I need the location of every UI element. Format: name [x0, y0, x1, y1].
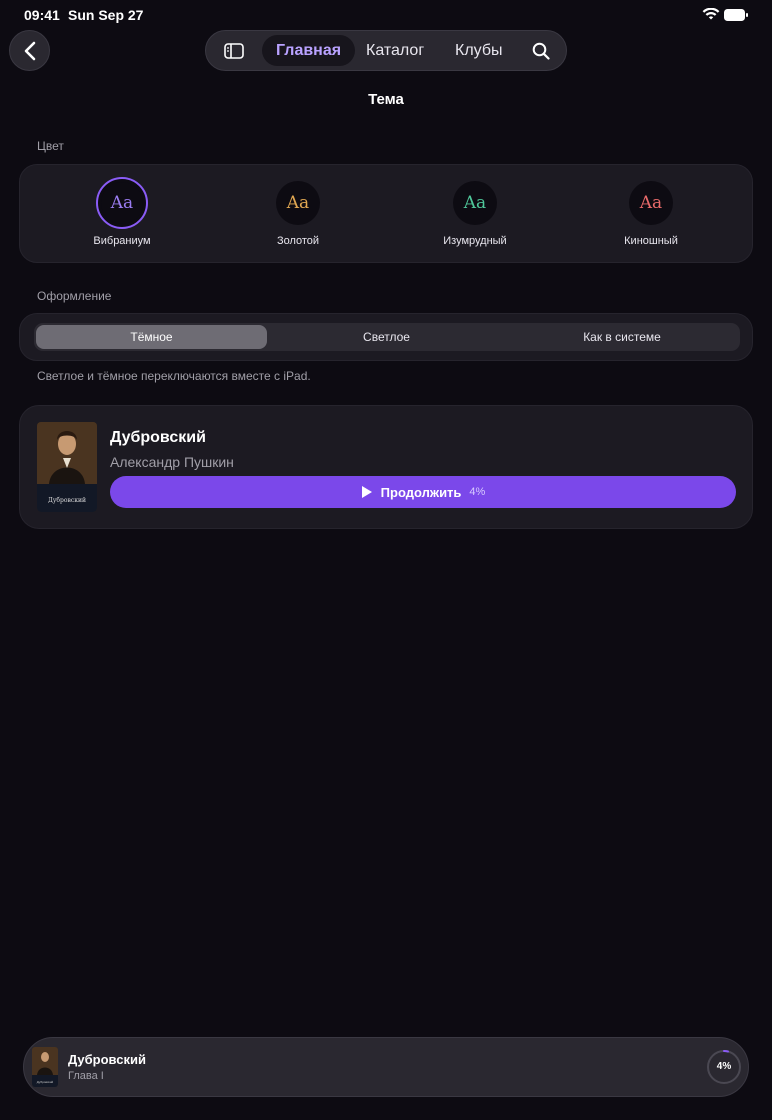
color-option-emerald[interactable]: Aa Изумрудный: [405, 181, 545, 247]
tab-catalog[interactable]: Каталог: [366, 35, 424, 66]
tab-clubs[interactable]: Клубы: [455, 35, 503, 66]
color-section-label: Цвет: [37, 139, 64, 153]
portrait-illustration: [32, 1047, 58, 1075]
progress-ring-percent: 4%: [716, 1061, 732, 1072]
portrait-illustration: [37, 422, 97, 484]
cover-title: Дубровский: [36, 1080, 54, 1084]
appearance-card: Тёмное Светлое Как в системе: [19, 313, 753, 361]
color-sample: Aa: [629, 181, 673, 225]
color-option-label: Изумрудный: [443, 235, 507, 247]
segment-system[interactable]: Как в системе: [506, 325, 738, 349]
color-option-vibranium[interactable]: Aa Вибраниум: [52, 177, 192, 247]
search-icon[interactable]: [532, 42, 550, 60]
sidebar-toggle-icon[interactable]: [224, 42, 244, 60]
status-date: Sun Sep 27: [68, 7, 144, 23]
back-button[interactable]: [9, 30, 50, 71]
continue-button-label: Продолжить: [380, 484, 462, 500]
progress-ring[interactable]: 4%: [706, 1049, 742, 1085]
play-icon: [361, 486, 372, 498]
appearance-section-label: Оформление: [37, 289, 112, 303]
wifi-icon: [702, 8, 720, 20]
color-sample: Aa: [276, 181, 320, 225]
color-sample: Aa: [96, 177, 148, 229]
mini-player[interactable]: Дубровский Дубровский Глава I 4%: [23, 1037, 749, 1097]
color-option-gold[interactable]: Aa Золотой: [228, 181, 368, 247]
status-bar: 09:41 Sun Sep 27: [0, 0, 772, 28]
color-option-label: Золотой: [276, 235, 320, 247]
color-option-label: Киношный: [624, 235, 678, 247]
reading-progress-percent: 4%: [469, 486, 486, 498]
segment-dark[interactable]: Тёмное: [36, 325, 267, 349]
color-option-label: Вибраниум: [93, 235, 151, 247]
mini-book-cover: Дубровский: [32, 1047, 58, 1087]
battery-icon: [724, 9, 748, 21]
tab-home[interactable]: Главная: [262, 35, 356, 66]
top-navigation: Главная Каталог Клубы: [205, 30, 567, 71]
appearance-hint: Светлое и тёмное переключаются вместе с …: [37, 369, 311, 383]
color-picker-card: Aa Вибраниум Aa Золотой Aa Изумрудный Aa…: [19, 164, 753, 263]
current-book-card[interactable]: Дубровский Дубровский Александр Пушкин П…: [19, 405, 753, 529]
color-option-cinema[interactable]: Aa Киношный: [581, 181, 721, 247]
status-time: 09:41: [24, 7, 60, 23]
chevron-left-icon: [24, 41, 35, 60]
book-title: Дубровский: [110, 429, 206, 446]
mini-player-chapter: Глава I: [68, 1070, 104, 1082]
color-sample: Aa: [453, 181, 497, 225]
book-cover[interactable]: Дубровский: [37, 422, 97, 512]
appearance-segmented-control: Тёмное Светлое Как в системе: [34, 323, 740, 351]
cover-title: Дубровский: [48, 497, 86, 504]
continue-reading-button[interactable]: Продолжить 4%: [110, 476, 736, 508]
book-author: Александр Пушкин: [110, 454, 234, 470]
page-title: Тема: [368, 91, 404, 108]
segment-light[interactable]: Светлое: [271, 325, 502, 349]
mini-player-title: Дубровский: [68, 1052, 146, 1067]
